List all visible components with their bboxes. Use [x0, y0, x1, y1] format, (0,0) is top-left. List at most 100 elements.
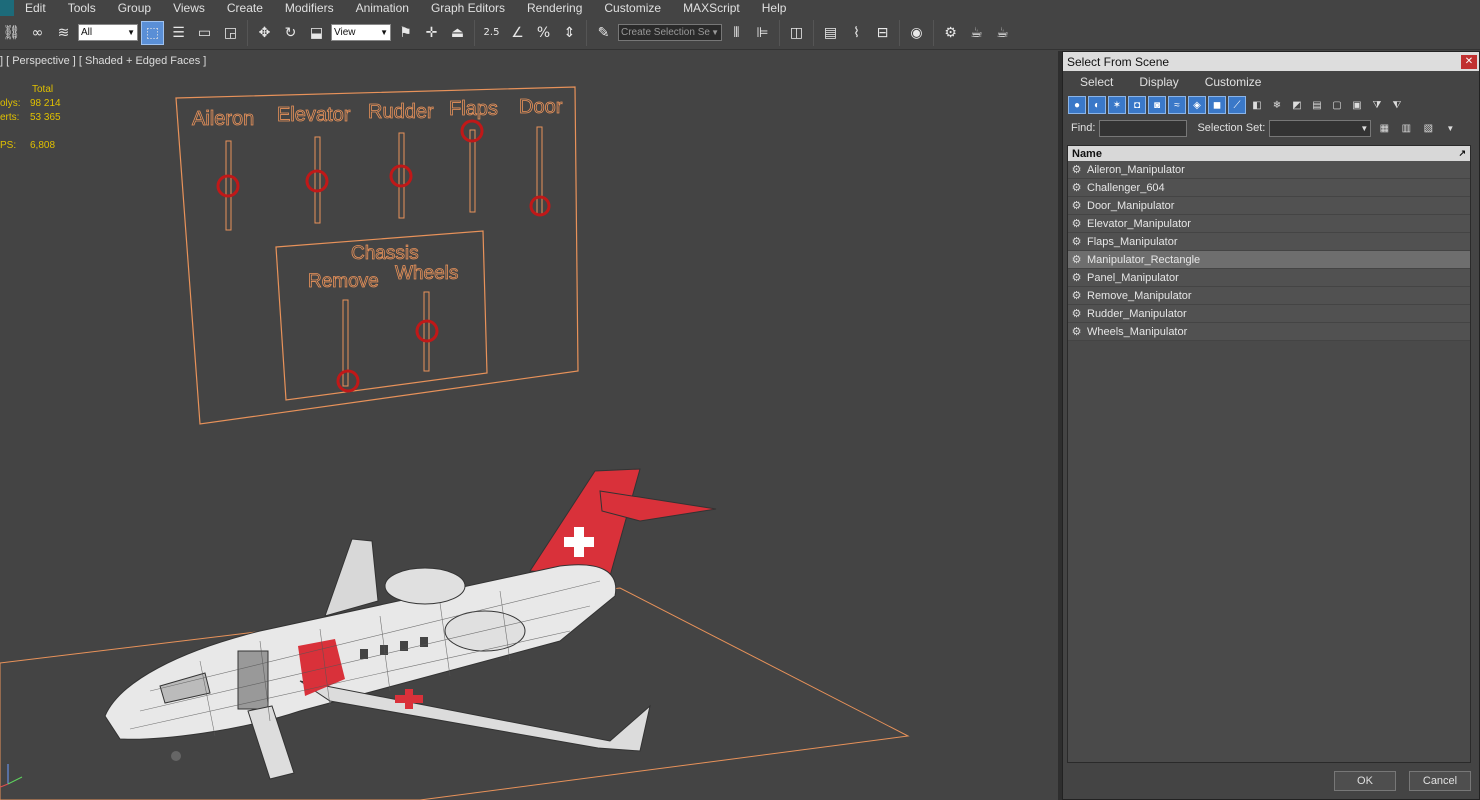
list-item[interactable]: ⚙ Aileron_Manipulator — [1068, 161, 1470, 179]
engine-right — [444, 610, 526, 652]
dialog-menu-display[interactable]: Display — [1126, 75, 1191, 89]
mirror-icon[interactable]: ⫴ — [725, 21, 748, 45]
schematic-view-icon[interactable]: ⊟ — [871, 21, 894, 45]
rotate-icon[interactable]: ↻ — [279, 21, 302, 45]
toolbar-divider — [474, 19, 475, 46]
render-setup-icon[interactable]: ⚙ — [939, 21, 962, 45]
filter-icon[interactable]: ⧩ — [1368, 96, 1386, 114]
curve-editor-icon[interactable]: ⌇ — [845, 21, 868, 45]
chevron-down-icon: ▼ — [127, 28, 135, 37]
add-to-selection-set-icon[interactable]: ▧ — [1419, 119, 1437, 137]
list-item[interactable]: ⚙ Remove_Manipulator — [1068, 287, 1470, 305]
link-icon[interactable]: ⛓ — [0, 21, 23, 45]
menu-edit[interactable]: Edit — [14, 0, 57, 16]
main-toolbar: ⛓ ∞ ≋ All ▼ ⬚ ☰ ▭ ◲ ✥ ↻ ⬓ View ▼ ⚑ ✛ ⏏ 2.5… — [0, 16, 1480, 50]
render-frame-icon[interactable]: ☕ — [965, 21, 988, 45]
display-geometry-icon[interactable]: ● — [1068, 96, 1086, 114]
edit-named-selection-icon[interactable]: ✎ — [592, 21, 615, 45]
ok-button[interactable]: OK — [1334, 771, 1396, 791]
dialog-menu-customize[interactable]: Customize — [1192, 75, 1275, 89]
filter-options-icon[interactable]: ⧨ — [1388, 96, 1406, 114]
display-xrefs-icon[interactable]: ◼ — [1208, 96, 1226, 114]
spinner-snap-icon[interactable]: ⇕ — [558, 21, 581, 45]
menu-modifiers[interactable]: Modifiers — [274, 0, 345, 16]
reference-coordinate-dropdown[interactable]: View ▼ — [331, 24, 391, 41]
scene-object-list[interactable]: Name ↗ ⚙ Aileron_Manipulator ⚙ Challenger_6… — [1067, 145, 1471, 763]
create-selection-set-icon[interactable]: ▦ — [1375, 119, 1393, 137]
aileron-handle — [216, 174, 240, 198]
rectangular-selection-icon[interactable]: ▭ — [193, 21, 216, 45]
viewport-label[interactable]: ] [ Perspective ] [ Shaded + Edged Faces… — [0, 55, 206, 67]
list-item[interactable]: ⚙ Door_Manipulator — [1068, 197, 1470, 215]
list-item[interactable]: ⚙ Elevator_Manipulator — [1068, 215, 1470, 233]
scene-explorer-icon[interactable]: ▤ — [819, 21, 842, 45]
list-item[interactable]: ⚙ Rudder_Manipulator — [1068, 305, 1470, 323]
bind-spacewarp-icon[interactable]: ≋ — [52, 21, 75, 45]
percent-snap-icon[interactable]: % — [532, 21, 555, 45]
manipulator-object-icon: ⚙ — [1071, 326, 1082, 338]
menu-graph-editors[interactable]: Graph Editors — [420, 0, 516, 16]
snap-toggle-icon[interactable]: 2.5 — [480, 21, 503, 45]
unlink-icon[interactable]: ∞ — [26, 21, 49, 45]
close-icon[interactable]: ✕ — [1461, 54, 1477, 69]
display-bones-icon[interactable]: ⟋ — [1228, 96, 1246, 114]
list-item[interactable]: ⚙ Manipulator_Rectangle — [1068, 251, 1470, 269]
selection-filter-dropdown[interactable]: All ▼ — [78, 24, 138, 41]
menu-views[interactable]: Views — [162, 0, 216, 16]
menu-tools[interactable]: Tools — [57, 0, 107, 16]
display-shapes-icon[interactable]: ◐ — [1088, 96, 1106, 114]
app-icon[interactable] — [0, 0, 14, 16]
display-frozen-icon[interactable]: ❄ — [1268, 96, 1286, 114]
material-editor-icon[interactable]: ◉ — [905, 21, 928, 45]
menu-rendering[interactable]: Rendering — [516, 0, 593, 16]
menu-animation[interactable]: Animation — [345, 0, 420, 16]
scale-icon[interactable]: ⬓ — [305, 21, 328, 45]
dialog-menu-bar: Select Display Customize — [1063, 71, 1479, 93]
select-all-icon[interactable]: ▤ — [1308, 96, 1326, 114]
dialog-title-bar[interactable]: Select From Scene ✕ — [1063, 52, 1479, 71]
pivot-center-icon[interactable]: ⚑ — [394, 21, 417, 45]
display-groups-icon[interactable]: ◈ — [1188, 96, 1206, 114]
menu-maxscript[interactable]: MAXScript — [672, 0, 751, 16]
named-selection-dropdown[interactable]: Create Selection Se ▼ — [618, 24, 722, 41]
display-cameras-icon[interactable]: ◘ — [1128, 96, 1146, 114]
manipulator-object-icon: ⚙ — [1071, 236, 1082, 248]
dialog-menu-select[interactable]: Select — [1067, 75, 1126, 89]
menu-group[interactable]: Group — [107, 0, 162, 16]
find-input[interactable] — [1099, 119, 1188, 137]
dialog-footer: OK Cancel — [1063, 763, 1479, 799]
name-column-header[interactable]: Name ↗ — [1068, 146, 1470, 161]
menu-customize[interactable]: Customize — [593, 0, 672, 16]
display-hidden-icon[interactable]: ◩ — [1288, 96, 1306, 114]
menu-help[interactable]: Help — [751, 0, 798, 16]
menu-create[interactable]: Create — [216, 0, 274, 16]
select-none-icon[interactable]: ▢ — [1328, 96, 1346, 114]
list-item[interactable]: ⚙ Challenger_604 — [1068, 179, 1470, 197]
dialog-options-icon[interactable]: ▼ — [1441, 119, 1459, 137]
list-item[interactable]: ⚙ Flaps_Manipulator — [1068, 233, 1470, 251]
keyboard-shortcut-icon[interactable]: ⏏ — [446, 21, 469, 45]
select-manipulate-icon[interactable]: ✛ — [420, 21, 443, 45]
window-crossing-icon[interactable]: ◲ — [219, 21, 242, 45]
align-icon[interactable]: ⊫ — [751, 21, 774, 45]
list-item[interactable]: ⚙ Wheels_Manipulator — [1068, 323, 1470, 341]
list-item[interactable]: ⚙ Panel_Manipulator — [1068, 269, 1470, 287]
perspective-viewport[interactable]: Aileron Elevator Rudder Flaps Door Chass… — [0, 51, 1058, 800]
display-spacewarps-icon[interactable]: ≈ — [1168, 96, 1186, 114]
display-lights-icon[interactable]: ✶ — [1108, 96, 1126, 114]
select-invert-icon[interactable]: ▣ — [1348, 96, 1366, 114]
door-track — [536, 126, 543, 215]
angle-snap-icon[interactable]: ∠ — [506, 21, 529, 45]
display-containers-icon[interactable]: ◧ — [1248, 96, 1266, 114]
render-production-icon[interactable]: ☕ — [991, 21, 1014, 45]
move-icon[interactable]: ✥ — [253, 21, 276, 45]
manipulator-object-icon: ⚙ — [1071, 164, 1082, 176]
chevron-down-icon: ▼ — [711, 28, 719, 37]
cancel-button[interactable]: Cancel — [1409, 771, 1471, 791]
select-by-name-icon[interactable]: ☰ — [167, 21, 190, 45]
select-object-icon[interactable]: ⬚ — [141, 20, 164, 45]
display-helpers-icon[interactable]: ◙ — [1148, 96, 1166, 114]
layer-manager-icon[interactable]: ◫ — [785, 21, 808, 45]
selection-set-dropdown[interactable]: ▼ — [1269, 119, 1372, 137]
remove-selection-set-icon[interactable]: ▥ — [1397, 119, 1415, 137]
